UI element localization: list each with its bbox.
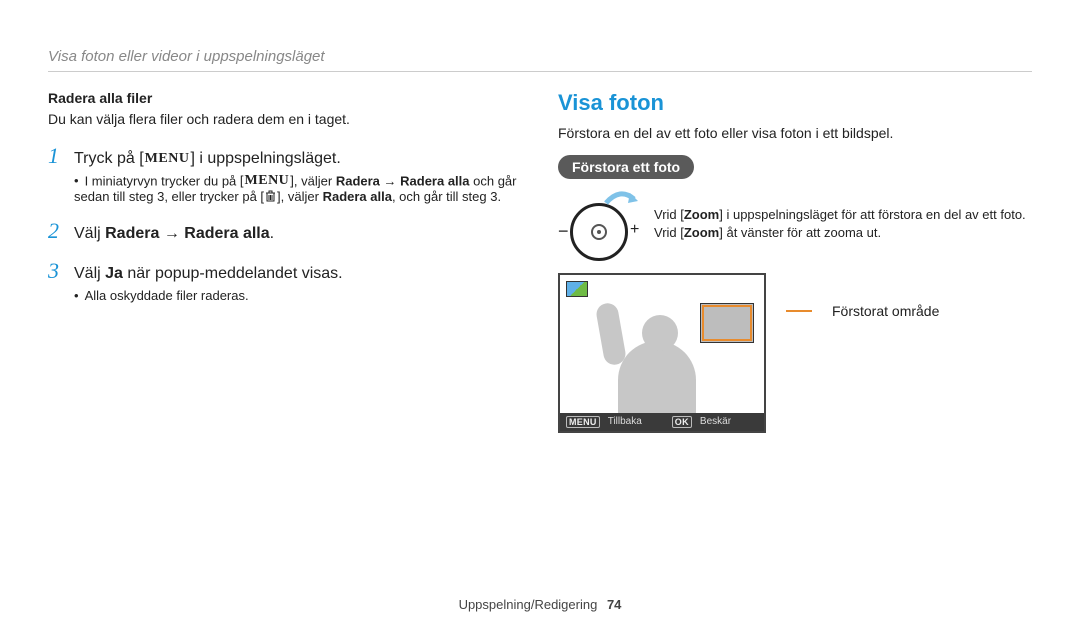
n1-pre: I miniatyrvyn trycker du på <box>85 173 240 188</box>
n3-plain: Alla oskyddade filer raderas. <box>85 288 249 303</box>
step1-note: •I miniatyrvyn trycker du på MENU, välje… <box>74 173 522 204</box>
s3-post: när popup-meddelandet visas. <box>123 265 343 282</box>
section-intro: Förstora en del av ett foto eller visa f… <box>558 124 1032 143</box>
step-1: 1 Tryck på MENU i uppspelningsläget. <box>48 143 522 169</box>
z1-post: ] i uppspelningsläget för att förstora e… <box>719 207 1025 222</box>
s2-pre: Välj <box>74 225 105 242</box>
page-number: 74 <box>607 597 621 612</box>
left-column: Radera alla filer Du kan välja flera fil… <box>48 90 522 433</box>
callout-leader-line <box>786 310 812 312</box>
n1-b3: Radera alla <box>323 189 392 204</box>
n1-post3: , och går till steg 3. <box>392 189 501 204</box>
page-header: Visa foton eller videor i uppspelningslä… <box>48 48 1032 65</box>
s2-b1: Radera <box>105 225 159 242</box>
z2-pre: Vrid [ <box>654 225 684 240</box>
screen-bottom-bar: MENU Tillbaka OK Beskär <box>560 413 764 431</box>
step-2: 2 Välj Radera → Radera alla. <box>48 218 522 244</box>
plus-icon: + <box>630 221 639 239</box>
s2-arrow: → <box>159 225 184 242</box>
zoom-dial-icon: − + <box>558 193 640 255</box>
s3-pre: Välj <box>74 265 105 282</box>
step1-pre: Tryck på <box>74 150 139 167</box>
step-number: 3 <box>48 258 64 284</box>
n1-b2: Radera alla <box>400 173 469 188</box>
zoom-text: Vrid [Zoom] i uppspelningsläget för att … <box>654 206 1026 242</box>
s2-b2: Radera alla <box>184 225 269 242</box>
s3-b1: Ja <box>105 265 123 282</box>
n1-arrow: → <box>380 173 400 188</box>
header-rule <box>48 71 1032 72</box>
z1-b: Zoom <box>684 207 719 222</box>
callout-label: Förstorat område <box>832 303 939 319</box>
trash-icon <box>260 189 280 204</box>
n1-b1: Radera <box>336 173 380 188</box>
right-column: Visa foton Förstora en del av ett foto e… <box>558 90 1032 433</box>
preview-area: MENU Tillbaka OK Beskär Förstorat område <box>558 273 1032 433</box>
n1-mid: , väljer <box>294 173 336 188</box>
camera-screen: MENU Tillbaka OK Beskär <box>558 273 766 433</box>
zoom-row: − + Vrid [Zoom] i uppspelningsläget för … <box>558 193 1032 255</box>
subheading: Radera alla filer <box>48 90 522 106</box>
step3-note: •Alla oskyddade filer raderas. <box>74 288 522 303</box>
z1-pre: Vrid [ <box>654 207 684 222</box>
step-number: 2 <box>48 218 64 244</box>
rotate-arrow-icon <box>602 189 638 209</box>
step1-post: i uppspelningsläget. <box>195 150 341 167</box>
menu-key-icon: MENU <box>566 416 600 428</box>
minus-icon: − <box>558 221 569 242</box>
pill-label: Förstora ett foto <box>558 155 694 179</box>
step-3: 3 Välj Ja när popup-meddelandet visas. <box>48 258 522 284</box>
step-number: 1 <box>48 143 64 169</box>
thumbnail-icon <box>566 281 588 297</box>
footer-section: Uppspelning/Redigering <box>459 597 598 612</box>
section-title: Visa foton <box>558 90 1032 116</box>
menu-icon: MENU <box>240 173 294 189</box>
page-footer: Uppspelning/Redigering 74 <box>0 597 1080 612</box>
z2-post: ] åt vänster för att zooma ut. <box>719 225 881 240</box>
bar-label-back: Tillbaka <box>608 416 642 427</box>
inset-overview <box>700 303 754 343</box>
z2-b: Zoom <box>684 225 719 240</box>
s2-post: . <box>270 225 274 242</box>
menu-icon: MENU <box>139 150 195 168</box>
ok-key-icon: OK <box>672 416 692 428</box>
bar-label-crop: Beskär <box>700 416 731 427</box>
intro-text: Du kan välja flera filer och radera dem … <box>48 110 522 129</box>
n1-post2: , väljer <box>281 189 323 204</box>
